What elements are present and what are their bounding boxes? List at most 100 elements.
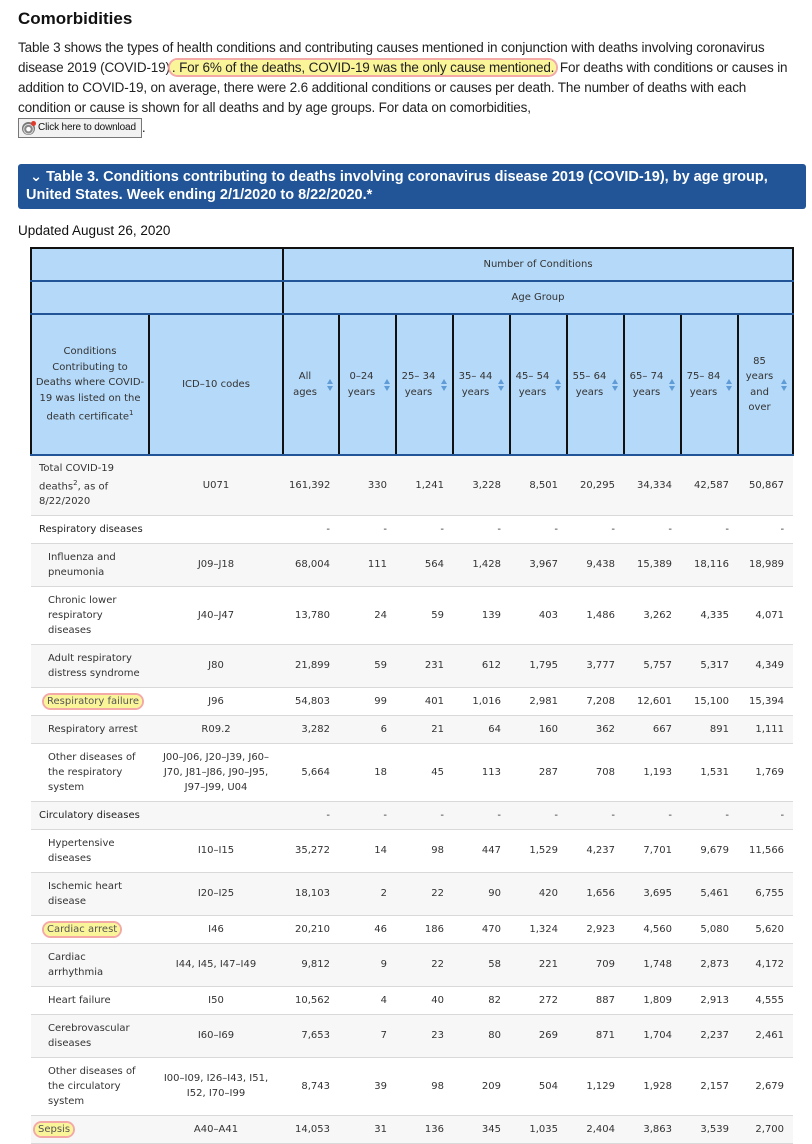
value-cell: 3,539 [681,1115,738,1144]
table-row: Hypertensive diseases I10–I15 35,272 14 98 44… [31,829,794,873]
icd-code-cell: I50 [149,986,283,1015]
condition-cell: Hypertensive diseases [31,829,149,873]
value-cell: 18,116 [681,543,738,587]
value-cell: 667 [624,715,681,744]
value-cell: 708 [567,743,624,802]
column-header-age-6[interactable]: 65– 74 years [623,313,682,456]
download-button[interactable]: Click here to download [18,118,142,139]
value-cell: 891 [681,715,738,744]
value-cell: 4,172 [738,943,794,987]
sort-arrows-icon[interactable] [384,378,391,391]
value-cell: - [283,515,339,544]
value-cell: 1,928 [624,1057,681,1116]
value-cell: 6 [339,715,396,744]
column-header-age-5[interactable]: 55– 64 years [566,313,625,456]
value-cell: 11,566 [738,829,794,873]
sort-arrows-icon[interactable] [441,378,448,391]
condition-label: Other diseases of the respiratory system [48,751,136,793]
value-cell: 447 [453,829,510,873]
value-cell: 269 [510,1014,567,1058]
table-row: Cardiac arrest I46 20,210 46 186 470 1,324 2,92… [31,915,794,944]
icd-code-cell: I46 [149,915,283,944]
value-cell: 4 [339,986,396,1015]
value-cell: 7 [339,1014,396,1058]
value-cell: 12,601 [624,687,681,716]
column-header-age-7[interactable]: 75– 84 years [680,313,739,456]
value-cell: 90 [453,872,510,916]
value-cell: 3,228 [453,455,510,516]
value-cell: 2 [339,872,396,916]
table-row: Other diseases of the respiratory system… [31,743,794,802]
value-cell: 1,529 [510,829,567,873]
section-title: Comorbidities [18,9,133,28]
table-row: Chronic lower respiratory diseases J40–J4… [31,586,794,645]
sort-arrows-icon[interactable] [612,378,619,391]
column-header-age-1[interactable]: 0–24 years [338,313,397,456]
value-cell: - [453,801,510,830]
condition-cell: Cardiac arrest [31,915,149,944]
value-cell: 345 [453,1115,510,1144]
value-cell: - [339,515,396,544]
value-cell: 160 [510,715,567,744]
condition-cell: Chronic lower respiratory diseases [31,586,149,645]
value-cell: 68,004 [283,543,339,587]
sort-arrows-icon[interactable] [327,378,334,391]
conditions-table: Number of Conditions Age Group Condition… [30,247,795,1144]
value-cell: 14,053 [283,1115,339,1144]
value-cell: 14 [339,829,396,873]
download-disc-icon [22,120,36,135]
value-cell: 209 [453,1057,510,1116]
value-cell: 362 [567,715,624,744]
download-button-label: Click here to download [38,122,136,134]
value-cell: 59 [339,644,396,688]
highlighted-sentence: . For 6% of the deaths, COVID-19 was the… [169,60,557,75]
value-cell: 5,317 [681,644,738,688]
icd-code-cell: J40–J47 [149,586,283,645]
sort-arrows-icon[interactable] [669,378,676,391]
value-cell: 9,679 [681,829,738,873]
sort-arrows-icon[interactable] [555,378,562,391]
value-cell: 2,404 [567,1115,624,1144]
column-header-age-0[interactable]: All ages [282,313,340,456]
table-row: Other diseases of the circulatory system… [31,1057,794,1116]
icd-code-cell: J96 [149,687,283,716]
value-cell: 5,620 [738,915,794,944]
sort-arrows-icon[interactable] [726,378,733,391]
column-header-age-3[interactable]: 35– 44 years [452,313,511,456]
column-header-age-4[interactable]: 45– 54 years [509,313,568,456]
chevron-down-icon: ⌄ [30,169,43,186]
value-cell: 42,587 [681,455,738,516]
condition-cell: Adult respiratory distress syndrome [31,644,149,688]
column-header-age-2[interactable]: 25– 34 years [395,313,454,456]
condition-cell: Total COVID-19 deaths2, as of 8/22/2020 [31,455,149,516]
table-row: Total COVID-19 deaths2, as of 8/22/2020 U… [31,455,794,516]
sort-arrows-icon[interactable] [498,378,505,391]
value-cell: 186 [396,915,453,944]
intro-paragraph: Table 3 shows the types of health condit… [18,38,798,139]
column-header-label: All ages [293,371,317,398]
value-cell: 887 [567,986,624,1015]
value-cell: 39 [339,1057,396,1116]
value-cell: 1,428 [453,543,510,587]
value-cell: 22 [396,943,453,987]
table-accordion-header[interactable]: ⌄ Table 3. Conditions contributing to dea… [18,164,806,210]
highlighted-condition: Cardiac arrest [44,922,121,936]
column-header-label: 55– 64 years [572,371,607,398]
highlighted-condition: Sepsis [35,1122,74,1136]
value-cell: 22 [396,872,453,916]
column-header-condition: Conditions Contributing to Deaths where … [30,313,150,456]
column-header-label: 85 years and over [745,355,774,414]
value-cell: - [283,801,339,830]
value-cell: 1,656 [567,872,624,916]
value-cell: 709 [567,943,624,987]
value-cell: 2,679 [738,1057,794,1116]
value-cell: 13,780 [283,586,339,645]
column-header-label: 0–24 years [347,371,376,398]
column-header-age-8[interactable]: 85 years and over [736,313,795,456]
sort-arrows-icon[interactable] [781,378,788,391]
value-cell: 2,873 [681,943,738,987]
value-cell: 2,157 [681,1057,738,1116]
value-cell: 45 [396,743,453,802]
value-cell: 1,809 [624,986,681,1015]
table-row: Respiratory arrest R09.2 3,282 6 21 64 160 362 6… [31,715,794,744]
